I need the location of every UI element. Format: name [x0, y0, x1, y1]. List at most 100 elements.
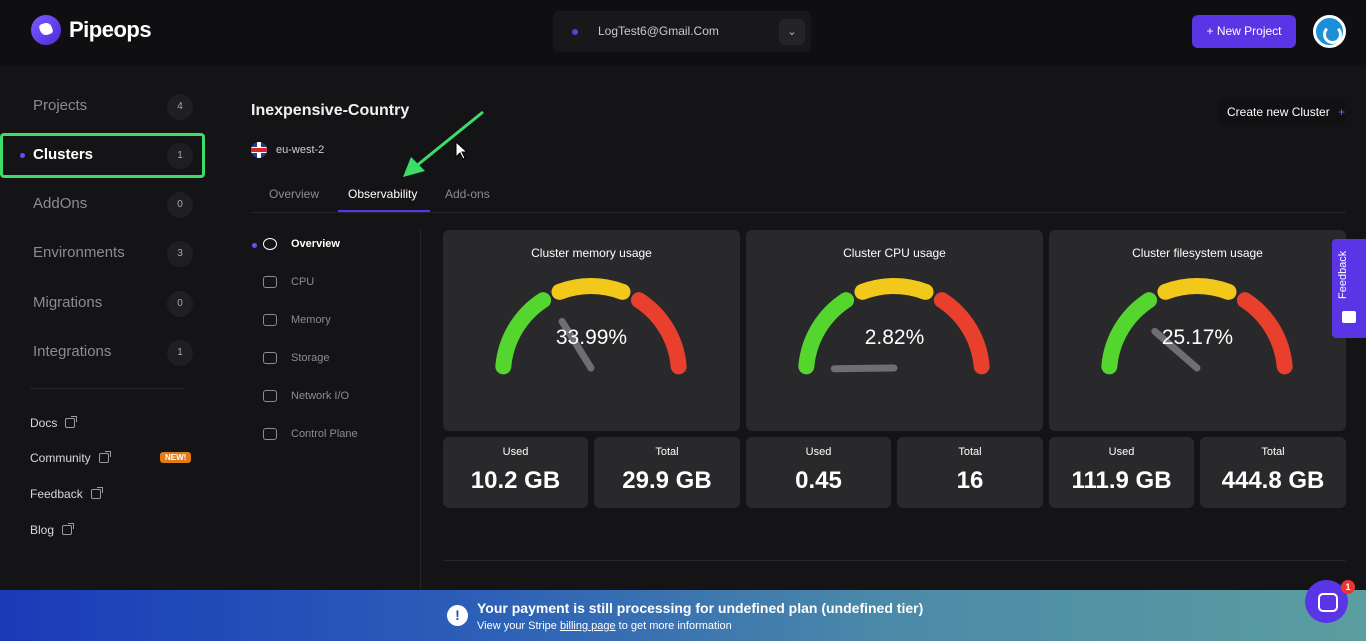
stat-value: 111.9 GB [1071, 467, 1172, 494]
sidebar-item-count: 1 [167, 143, 193, 169]
section-divider [443, 560, 1346, 561]
tab-add-ons[interactable]: Add-ons [445, 187, 490, 201]
sidebar-item-count: 0 [167, 291, 193, 317]
external-link-icon [65, 416, 78, 428]
docs-link[interactable]: Docs [30, 416, 78, 430]
memory-usage-card: Cluster memory usage 33.99% [443, 230, 740, 431]
stat-label: Total [958, 446, 982, 458]
chat-unread-badge: 1 [1341, 580, 1355, 594]
sidebar-item-clusters[interactable]: Clusters 1 [0, 133, 205, 178]
stat-label: Used [502, 446, 529, 458]
subnav-control-plane[interactable]: Control Plane [251, 428, 358, 440]
gauge-yellow-segment [551, 278, 631, 300]
feedback-tab-label: Feedback [1337, 250, 1349, 299]
active-bullet [20, 153, 25, 158]
subnav-memory[interactable]: Memory [251, 314, 331, 326]
blog-link[interactable]: Blog [30, 523, 75, 537]
sidebar-divider [30, 388, 185, 389]
feedback-link[interactable]: Feedback [30, 487, 103, 501]
blog-link-label: Blog [30, 523, 55, 537]
active-tab-indicator [338, 210, 430, 212]
sidebar-item-environments[interactable]: Environments 3 [0, 231, 205, 276]
cpu-usage-card: Cluster CPU usage 2.82% [746, 230, 1043, 431]
external-link-icon [90, 487, 103, 499]
subnav-label: Storage [291, 352, 330, 364]
stat-value: 29.9 GB [622, 467, 712, 494]
observability-subnav: Overview CPU Memory Storage Network I/O … [251, 230, 421, 590]
card-title: Cluster filesystem usage [1132, 246, 1263, 260]
sidebar-item-label: Clusters [33, 146, 94, 163]
sidebar-item-migrations[interactable]: Migrations 0 [0, 281, 205, 326]
create-cluster-label: Create new Cluster [1227, 105, 1330, 119]
card-title: Cluster memory usage [531, 246, 652, 260]
feedback-side-tab[interactable]: Feedback [1332, 239, 1366, 338]
gauge-value: 33.99% [555, 326, 628, 349]
tab-observability[interactable]: Observability [348, 187, 417, 201]
sidebar-item-integrations[interactable]: Integrations 1 [0, 330, 205, 375]
subnav-label: Memory [291, 314, 331, 326]
database-icon [263, 352, 277, 364]
stat-label: Used [1108, 446, 1135, 458]
chevron-down-icon[interactable]: ⌄ [779, 19, 805, 45]
rocket-icon [31, 15, 61, 45]
tab-overview[interactable]: Overview [269, 187, 319, 201]
subnav-cpu[interactable]: CPU [251, 276, 314, 288]
subnav-network-io[interactable]: Network I/O [251, 390, 349, 402]
banner-text-after: to get more information [615, 620, 732, 632]
cpu-total-stat: Total 16 [897, 437, 1043, 508]
memory-total-stat: Total 29.9 GB [594, 437, 740, 508]
card-title: Cluster CPU usage [843, 246, 946, 260]
subnav-storage[interactable]: Storage [251, 352, 330, 364]
subnav-overview[interactable]: Overview [251, 238, 340, 250]
subnav-label: Network I/O [291, 390, 350, 402]
gauge-needle [830, 364, 898, 373]
active-bullet [252, 243, 257, 248]
filesystem-used-stat: Used 111.9 GB [1049, 437, 1194, 508]
memory-icon [263, 314, 277, 326]
region-label: eu-west-2 [276, 144, 325, 156]
sidebar: Projects 4 Clusters 1 AddOns 0 Environme… [0, 65, 215, 590]
sidebar-item-count: 0 [167, 192, 193, 218]
cluster-tabs: Overview Observability Add-ons [251, 180, 1346, 213]
sidebar-item-count: 3 [167, 241, 193, 267]
sidebar-item-label: Environments [33, 244, 125, 261]
filesystem-total-stat: Total 444.8 GB [1200, 437, 1346, 508]
stat-value: 0.45 [795, 467, 842, 494]
plus-icon: + [1338, 105, 1346, 119]
annotation-arrow-icon [403, 110, 484, 177]
sidebar-item-label: Migrations [33, 294, 103, 311]
sidebar-item-count: 4 [167, 94, 193, 120]
billing-page-link[interactable]: billing page [560, 620, 616, 632]
pipeops-logo[interactable]: Pipeops [31, 15, 152, 45]
stat-value: 444.8 GB [1221, 467, 1325, 494]
gauge-yellow-segment [1157, 278, 1237, 300]
memory-used-stat: Used 10.2 GB [443, 437, 588, 508]
avatar[interactable] [1313, 15, 1346, 48]
account-email: LogTest6@Gmail.Com [598, 24, 719, 38]
banner-text-before: View your Stripe [477, 620, 560, 632]
control-plane-icon [263, 428, 277, 440]
community-link[interactable]: Community [30, 451, 111, 465]
brand-name: Pipeops [69, 17, 152, 42]
payment-banner: ! Your payment is still processing for u… [0, 590, 1366, 641]
sidebar-item-addons[interactable]: AddOns 0 [0, 182, 205, 227]
community-link-label: Community [30, 451, 91, 465]
binoculars-icon [263, 238, 277, 250]
account-switcher[interactable]: LogTest6@Gmail.Com ⌄ [553, 11, 811, 52]
sidebar-item-label: Integrations [33, 343, 112, 360]
sidebar-item-projects[interactable]: Projects 4 [0, 84, 205, 129]
create-cluster-button[interactable]: Create new Cluster + [1218, 99, 1346, 125]
external-link-icon [62, 523, 75, 535]
stat-label: Total [655, 446, 679, 458]
account-status-dot [572, 29, 578, 35]
network-icon [263, 390, 277, 402]
gauge-value: 2.82% [864, 326, 925, 349]
warning-icon: ! [447, 605, 468, 626]
sidebar-item-label: Projects [33, 97, 88, 114]
top-bar: Pipeops LogTest6@Gmail.Com ⌄ + New Proje… [0, 0, 1366, 65]
stat-value: 16 [956, 467, 984, 494]
new-project-button[interactable]: + New Project [1192, 15, 1296, 48]
subnav-label: CPU [291, 276, 315, 288]
filesystem-usage-card: Cluster filesystem usage 25.17% [1049, 230, 1346, 431]
feedback-link-label: Feedback [30, 487, 83, 501]
